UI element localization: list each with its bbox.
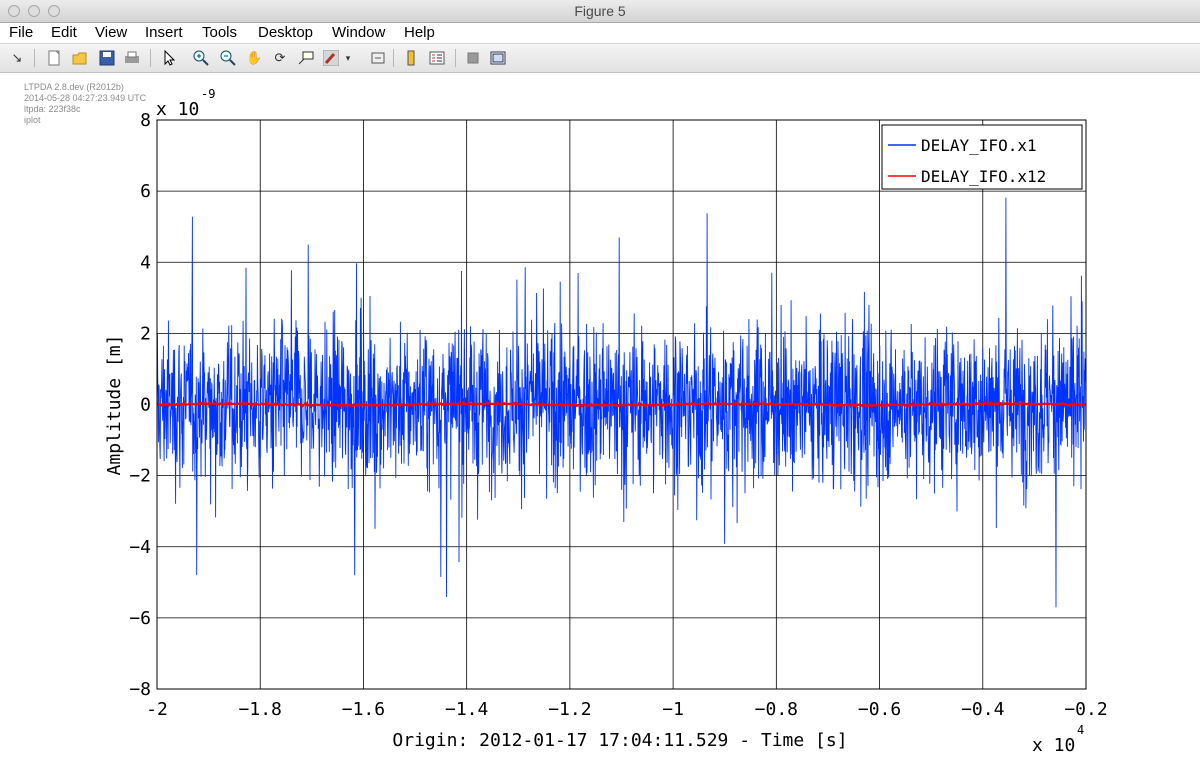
plot-metadata: LTPDA 2.8.dev (R2012b) 2014-05-28 04:27:…	[24, 82, 146, 126]
figure-canvas	[0, 73, 1200, 773]
menu-insert[interactable]: Insert	[145, 24, 183, 41]
menu-view[interactable]: View	[95, 24, 127, 41]
toolbar-separator	[393, 49, 394, 67]
toolbar-separator	[150, 49, 151, 67]
zoom-out-icon[interactable]	[220, 50, 236, 66]
menu-desktop[interactable]: Desktop	[258, 24, 313, 41]
metadata-line: iplot	[24, 115, 41, 125]
brush-icon[interactable]	[322, 49, 340, 67]
rotate-3d-icon[interactable]: ⟳	[272, 50, 288, 66]
metadata-line: 2014-05-28 04:27:23.949 UTC	[24, 93, 147, 103]
metadata-line: LTPDA 2.8.dev (R2012b)	[24, 82, 124, 92]
show-plot-tools-icon[interactable]	[490, 50, 506, 66]
figure-toolbar: ↘ ✋ ⟳ ▾	[0, 44, 1200, 73]
link-plot-icon[interactable]	[370, 50, 386, 66]
colorbar-icon[interactable]	[403, 50, 419, 66]
brush-dropdown-icon[interactable]: ▾	[343, 50, 353, 66]
new-figure-icon[interactable]	[46, 50, 62, 66]
toolbar-separator	[34, 49, 35, 67]
data-cursor-icon[interactable]	[298, 50, 314, 66]
menu-file[interactable]: File	[9, 24, 33, 41]
save-icon[interactable]	[99, 50, 115, 66]
open-file-icon[interactable]	[72, 50, 88, 66]
toolbar-separator	[455, 49, 456, 67]
print-icon[interactable]	[124, 50, 140, 66]
metadata-line: ltpda: 223f38c	[24, 104, 81, 114]
menu-bar: File Edit View Insert Tools Desktop Wind…	[0, 23, 1200, 44]
menu-edit[interactable]: Edit	[51, 24, 77, 41]
hide-plot-tools-icon[interactable]	[465, 50, 481, 66]
window-title: Figure 5	[574, 3, 626, 19]
window-titlebar: Figure 5	[0, 0, 1200, 23]
dock-arrow-icon[interactable]: ↘	[9, 50, 25, 66]
menu-help[interactable]: Help	[404, 24, 435, 41]
legend-icon[interactable]	[429, 50, 445, 66]
zoom-in-icon[interactable]	[193, 50, 209, 66]
pan-hand-icon[interactable]: ✋	[246, 50, 262, 66]
menu-window[interactable]: Window	[332, 24, 385, 41]
menu-tools[interactable]: Tools	[202, 24, 237, 41]
pointer-icon[interactable]	[161, 49, 177, 66]
